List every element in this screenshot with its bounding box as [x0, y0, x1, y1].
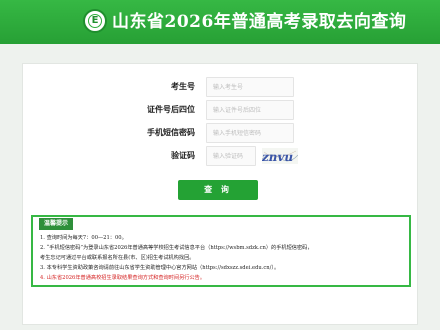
notice-line-5: 4. 山东省2026年普通高校招生录取结果查询方式和查询时间另行公告。 [40, 275, 206, 281]
exam-number-row: 考生号 [23, 77, 419, 97]
notice-line-4: 3. 本专科学生资助政策咨询请前往山东省学生资助管理中心官方网站（https:/… [40, 265, 280, 271]
sms-password-label: 手机短信密码 [147, 128, 195, 137]
captcha-label: 验证码 [171, 151, 195, 160]
notice-box: 温馨提示 1. 查询时间为每天7：00—21：00。 2. “手机短信密码”为登… [31, 215, 411, 287]
notice-line-1: 1. 查询时间为每天7：00—21：00。 [40, 235, 127, 241]
exam-number-input[interactable] [206, 77, 294, 97]
query-card: 考生号 证件号后四位 手机短信密码 验证码 znvu 查 询 温馨提示 1. 查… [22, 63, 418, 325]
notice-line-2: 2. “手机短信密码”为登录山东省2026年普通高等学校招生考试信息平台（htt… [40, 245, 313, 251]
page-header: E 山东省2026年普通高考录取去向查询 [0, 0, 440, 44]
exam-number-label: 考生号 [171, 82, 195, 91]
sms-password-input[interactable] [206, 123, 294, 143]
sms-password-row: 手机短信密码 [23, 123, 419, 143]
page-title: 山东省2026年普通高考录取去向查询 [112, 12, 407, 32]
captcha-input[interactable] [206, 146, 256, 166]
logo-mark: E [88, 14, 102, 28]
captcha-text: znvu [262, 150, 295, 164]
id-last-four-input[interactable] [206, 100, 294, 120]
exam-authority-logo-icon: E [83, 9, 107, 33]
captcha-image[interactable]: znvu [262, 148, 298, 164]
id-last-four-row: 证件号后四位 [23, 100, 419, 120]
captcha-row: 验证码 znvu [23, 146, 419, 166]
notice-title: 温馨提示 [39, 218, 74, 230]
query-submit-button[interactable]: 查 询 [178, 180, 258, 200]
notice-line-3: 考生忘记可通过平台或联系报名所在县(市、区)招生考试机构找回。 [40, 255, 195, 261]
id-last-four-label: 证件号后四位 [147, 105, 195, 114]
captcha-image-graphic: znvu [262, 150, 298, 164]
